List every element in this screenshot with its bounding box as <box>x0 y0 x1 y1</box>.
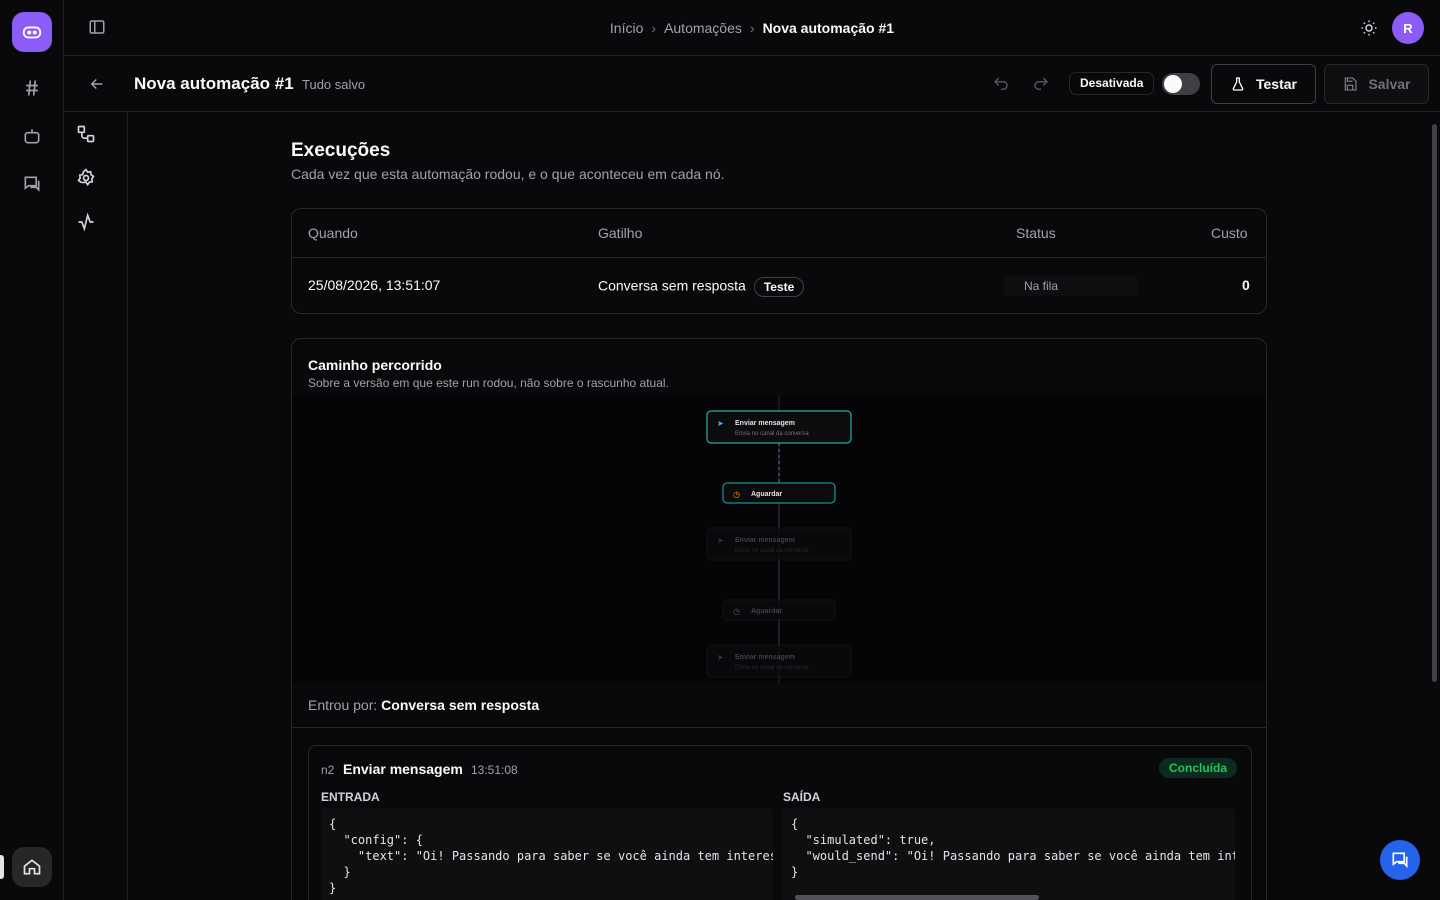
flow-node-label: Aguardar <box>751 491 782 498</box>
scrollbar-thumb[interactable] <box>795 895 1039 900</box>
flow-node[interactable]: ➤ Enviar mensagem Envia no canal da conver… <box>706 644 852 678</box>
flow-node[interactable]: ◷ Aguardar <box>722 599 836 621</box>
breadcrumb-current: Nova automação #1 <box>762 20 895 37</box>
run-status: Na fila <box>1004 276 1138 296</box>
channels-icon[interactable] <box>20 76 44 100</box>
flow-node[interactable]: ➤ Enviar mensagem Envia no canal da conver… <box>706 527 852 561</box>
flask-icon <box>1232 77 1244 91</box>
path-subtitle: Sobre a versão em que este run rodou, nã… <box>308 376 669 390</box>
flow-diagram: ➤ Enviar mensagem Envia no canal da conver… <box>706 395 852 683</box>
save-icon <box>1345 77 1358 91</box>
clock-icon: ◷ <box>733 490 740 499</box>
breadcrumb-automations[interactable]: Automações <box>664 20 742 36</box>
run-trigger: Conversa sem resposta Teste <box>598 277 805 297</box>
run-trigger-label: Conversa sem resposta <box>598 277 746 294</box>
test-button[interactable]: Testar <box>1211 64 1316 104</box>
send-icon: ➤ <box>717 653 724 662</box>
bot-logo-icon <box>22 26 42 39</box>
vertical-scrollbar[interactable] <box>1428 112 1440 900</box>
horizontal-scrollbar[interactable] <box>783 892 1235 900</box>
entered-by: Entrou por: Conversa sem resposta <box>308 697 539 713</box>
test-button-label: Testar <box>1256 76 1297 92</box>
active-indicator <box>0 855 4 879</box>
send-icon: ➤ <box>717 536 724 545</box>
flow-node-desc: Envia no canal da conversa <box>735 431 809 437</box>
save-state: Tudo salvo <box>302 77 366 92</box>
home-icon <box>23 859 41 875</box>
chat-launcher-button[interactable] <box>1380 840 1420 880</box>
column-status: Status <box>1016 225 1056 241</box>
user-avatar[interactable]: R <box>1392 12 1424 44</box>
chevron-right-icon: › <box>749 20 755 37</box>
app-rail <box>0 0 64 900</box>
flow-node-label: Enviar mensagem <box>735 654 795 661</box>
step-status-badge: Concluída <box>1159 758 1238 778</box>
send-icon: ➤ <box>717 419 724 428</box>
step-name: Enviar mensagem <box>343 761 463 777</box>
input-json[interactable]: { "config": { "text": "Oi! Passando para… <box>321 808 773 900</box>
flow-canvas[interactable]: ➤ Enviar mensagem Envia no canal da conver… <box>292 395 1266 683</box>
app-logo[interactable] <box>12 12 52 52</box>
status-badge: Desativada <box>1069 72 1155 95</box>
chevron-right-icon: › <box>651 20 657 37</box>
back-arrow-icon[interactable] <box>88 75 106 93</box>
entered-label: Entrou por: <box>308 697 378 713</box>
scrollbar-thumb[interactable] <box>1432 124 1437 682</box>
path-panel: Caminho percorrido Sobre a versão em que… <box>291 338 1267 900</box>
page-title: Execuções <box>291 140 391 161</box>
step-detail: n2 Enviar mensagem 13:51:08 Concluída EN… <box>308 745 1252 900</box>
flow-node-label: Enviar mensagem <box>735 537 795 544</box>
output-json[interactable]: { "simulated": true, "would_send": "Oi! … <box>783 808 1235 900</box>
column-cost: Custo <box>1211 225 1248 241</box>
main-content: Execuções Cada vez que esta automação ro… <box>128 112 1428 900</box>
chat-icon <box>1392 852 1408 868</box>
editor-sidenav <box>64 112 128 900</box>
input-label: ENTRADA <box>321 790 380 804</box>
activity-icon[interactable] <box>76 212 96 232</box>
path-title: Caminho percorrido <box>308 357 442 373</box>
save-button-label: Salvar <box>1368 76 1411 92</box>
column-trigger: Gatilho <box>598 225 643 241</box>
editor-toolbar: Nova automação #1 Tudo salvo Desativada … <box>64 56 1440 112</box>
column-when: Quando <box>308 225 358 241</box>
home-button[interactable] <box>12 847 52 887</box>
entered-value: Conversa sem resposta <box>381 697 540 713</box>
bot-icon[interactable] <box>20 124 44 148</box>
flow-node-desc: Envia no canal da conversa <box>735 548 809 554</box>
step-time: 13:51:08 <box>471 763 518 777</box>
conversations-icon[interactable] <box>20 172 44 196</box>
output-label: SAÍDA <box>783 790 821 804</box>
flow-node[interactable]: ◷ Aguardar <box>722 482 836 504</box>
settings-gear-icon[interactable] <box>76 168 96 188</box>
flow-icon[interactable] <box>76 124 96 144</box>
active-toggle[interactable] <box>1162 73 1200 95</box>
divider <box>292 727 1266 728</box>
flow-node-desc: Envia no canal da conversa <box>735 665 809 671</box>
toggle-knob <box>1164 75 1182 93</box>
run-cost: 0 <box>1242 277 1250 293</box>
step-id: n2 <box>321 763 335 777</box>
run-when: 25/08/2026, 13:51:07 <box>308 277 441 293</box>
clock-icon: ◷ <box>733 607 740 616</box>
breadcrumb-home[interactable]: Início <box>610 20 643 36</box>
top-bar: Início › Automações › Nova automação #1 R <box>64 0 1440 56</box>
undo-icon[interactable] <box>992 75 1010 93</box>
flow-node-label: Enviar mensagem <box>735 420 795 427</box>
redo-icon[interactable] <box>1032 75 1050 93</box>
automation-title[interactable]: Nova automação #1 <box>134 74 294 94</box>
executions-table: Quando Gatilho Status Custo 25/08/2026, … <box>291 208 1267 314</box>
theme-toggle-icon[interactable] <box>1360 19 1378 37</box>
flow-node-label: Aguardar <box>751 608 782 615</box>
test-badge: Teste <box>753 277 805 297</box>
flow-node[interactable]: ➤ Enviar mensagem Envia no canal da conver… <box>706 410 852 444</box>
page-subtitle: Cada vez que esta automação rodou, e o q… <box>291 166 725 182</box>
save-button[interactable]: Salvar <box>1324 64 1429 104</box>
divider <box>292 257 1266 258</box>
breadcrumb: Início › Automações › Nova automação #1 <box>64 19 1440 36</box>
